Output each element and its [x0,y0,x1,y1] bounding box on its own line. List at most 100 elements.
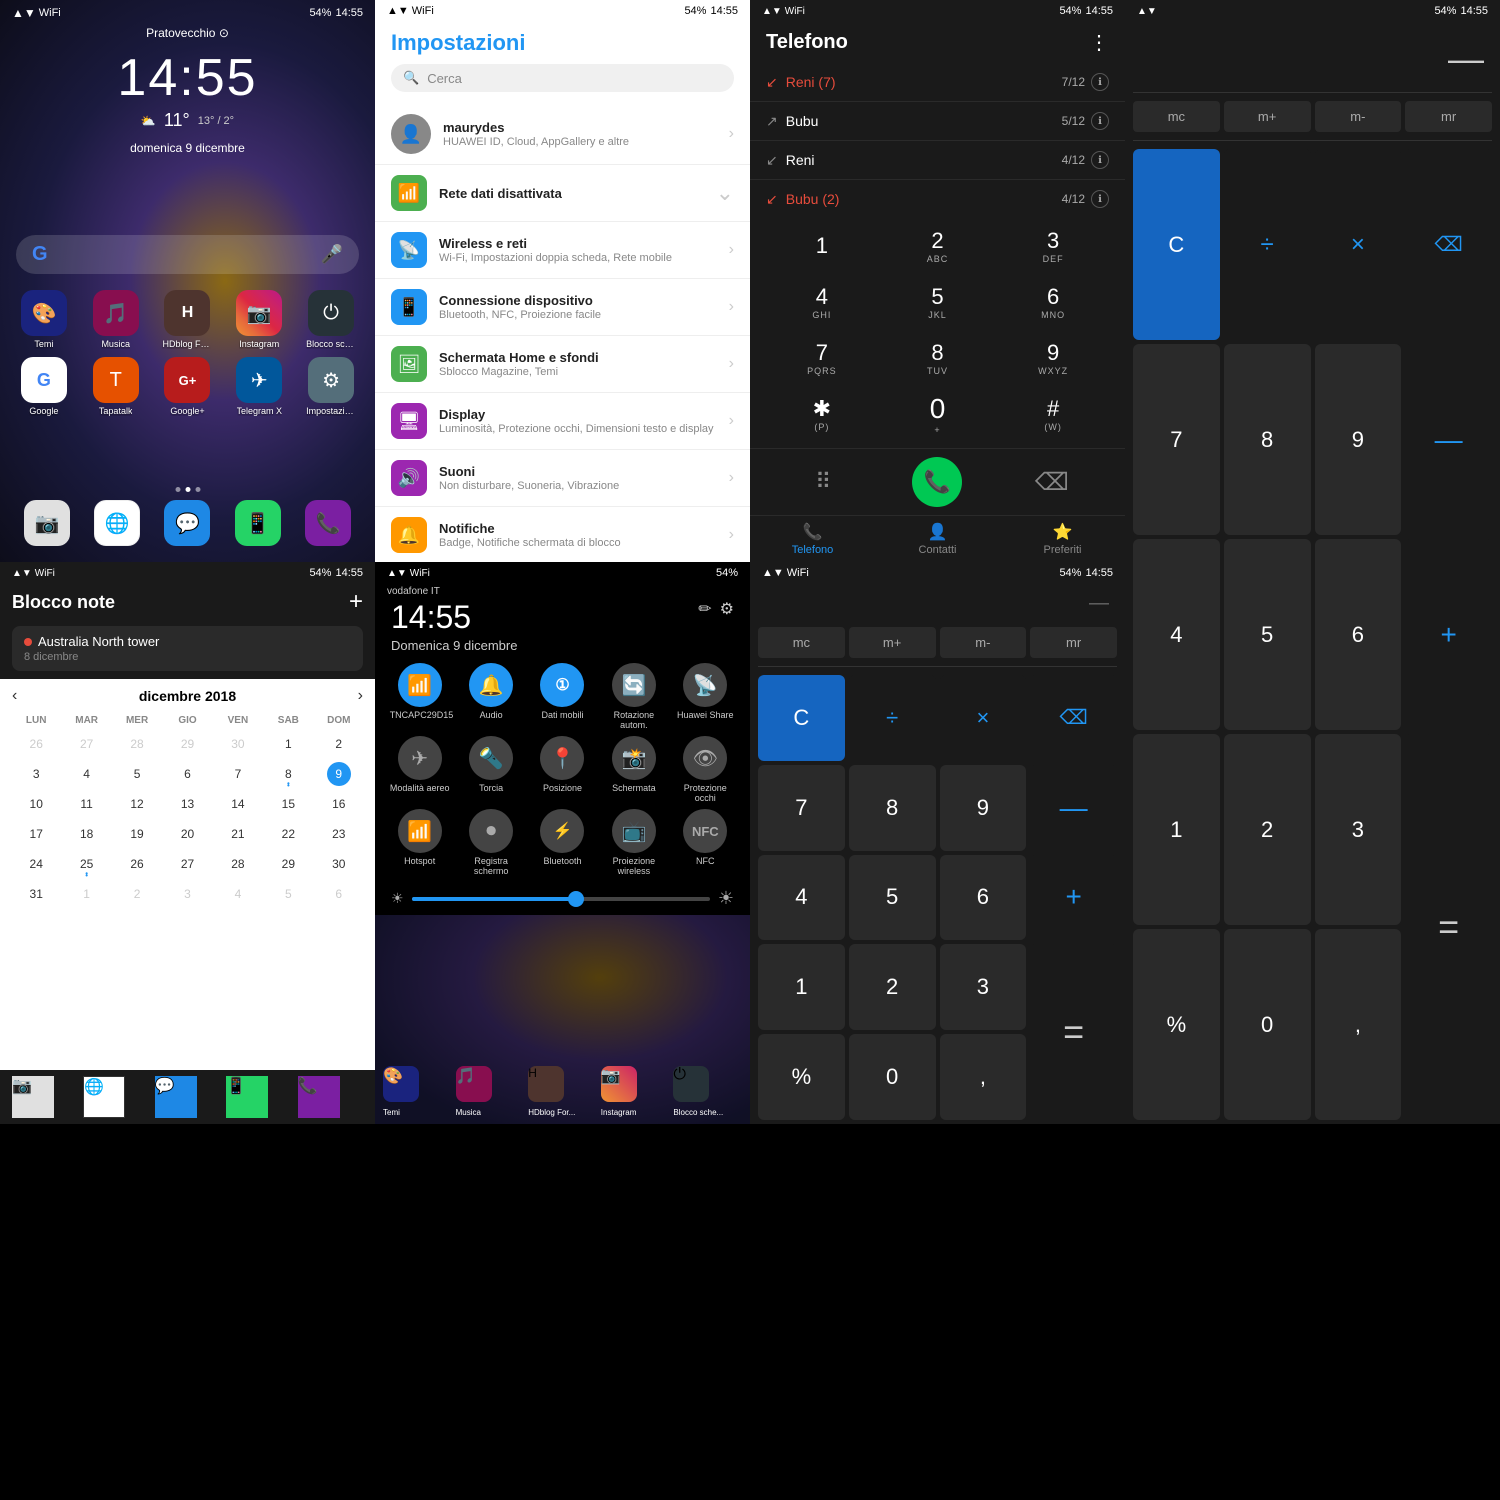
cal-day-24[interactable]: 24 [12,850,60,878]
cal-day-23[interactable]: 23 [315,820,363,848]
calc-btn-2[interactable]: 2 [1224,734,1311,925]
cal-day-9-today[interactable]: 9 [315,760,363,788]
qs-tile-eye[interactable]: 👁 Protezione occhi [673,736,738,803]
dial-7[interactable]: 7PQRS [766,332,878,384]
qs-gear-icon[interactable]: ⚙ [720,599,734,619]
qs-tile-wireless-proj[interactable]: 📺 Proiezione wireless [601,809,666,876]
calc-mr[interactable]: mr [1405,101,1492,132]
recent-reni[interactable]: ↙ Reni 4/12 ℹ [750,141,1125,180]
cal-day-17[interactable]: 17 [12,820,60,848]
qs-tile-record[interactable]: ⏺ Registra schermo [458,809,523,876]
cal-day-30[interactable]: 30 [315,850,363,878]
app-hdblog[interactable]: H HDblog For... [156,290,220,349]
calc-btn-7[interactable]: 7 [1133,344,1220,535]
notes-dock-messages[interactable]: 💬 [155,1076,220,1118]
cal-day-13[interactable]: 13 [163,790,211,818]
cal-day-25[interactable]: 25• [62,850,110,878]
dial-6[interactable]: 6MNO [997,276,1109,328]
dial-9[interactable]: 9WXYZ [997,332,1109,384]
qs-tile-airplane[interactable]: ✈ Modalità aereo [387,736,452,803]
notes-dock-chrome[interactable]: 🌐 [83,1076,148,1118]
dock-chrome[interactable]: 🌐 [86,500,148,546]
notes-dock-whatsapp[interactable]: 📱 [226,1076,291,1118]
cal-day-5[interactable]: 5 [113,760,161,788]
phone2-2[interactable]: 2 [849,944,936,1030]
calc-btn-comma[interactable]: , [1315,929,1402,1120]
phone2-comma[interactable]: , [940,1034,1027,1120]
phone2-del[interactable]: ⌫ [1030,675,1117,761]
dial-4[interactable]: 4GHI [766,276,878,328]
dialpad-toggle-btn[interactable]: ⠿ [766,457,880,507]
qs-app-instagram[interactable]: 📷 Instagram [601,1066,670,1120]
qs-app-hdblog[interactable]: H HDblog For... [528,1066,597,1120]
dial-8[interactable]: 8TUV [882,332,994,384]
backspace-btn[interactable]: ⌫ [995,457,1109,507]
calc-btn-8[interactable]: 8 [1224,344,1311,535]
calc-btn-9[interactable]: 9 [1315,344,1402,535]
app-temi[interactable]: 🎨 Temi [12,290,76,349]
phone2-plus[interactable]: + [1030,855,1117,941]
phone2-9[interactable]: 9 [940,765,1027,851]
phone2-4[interactable]: 4 [758,855,845,941]
cal-day-28-prev[interactable]: 28 [113,730,161,758]
qs-tile-wifi[interactable]: 📶 TNCAPC29D15 [387,663,452,730]
qs-tile-location[interactable]: 📍 Posizione [530,736,595,803]
info-icon-2[interactable]: ℹ [1091,112,1109,130]
brightness-thumb[interactable] [568,891,584,907]
calc-btn-del[interactable]: ⌫ [1405,149,1492,340]
app-impostazioni[interactable]: ⚙ Impostazioni [299,357,363,416]
cal-day-29-prev[interactable]: 29 [163,730,211,758]
tab-preferiti[interactable]: ⭐ Preferiti [1000,522,1125,556]
cal-day-3-next[interactable]: 3 [163,880,211,908]
cal-day-28[interactable]: 28 [214,850,262,878]
qs-tile-audio[interactable]: 🔔 Audio [458,663,523,730]
dial-1[interactable]: 1 [766,220,878,272]
phone2-8[interactable]: 8 [849,765,936,851]
app-tapatalk[interactable]: T Tapatalk [84,357,148,416]
recent-bubu-2[interactable]: ↙ Bubu (2) 4/12 ℹ [750,180,1125,212]
cal-day-31[interactable]: 31 [12,880,60,908]
calc-btn-plus[interactable]: + [1405,539,1492,730]
cal-day-10[interactable]: 10 [12,790,60,818]
qs-app-blocco[interactable]: ⏻ Blocco sche... [673,1066,742,1120]
settings-connection[interactable]: 📱 Connessione dispositivo Bluetooth, NFC… [375,279,750,336]
qs-tile-bluetooth[interactable]: ⚡ Bluetooth [530,809,595,876]
calc-btn-minus[interactable]: — [1405,344,1492,535]
phone2-c[interactable]: C [758,675,845,761]
settings-user-item[interactable]: 👤 maurydes HUAWEI ID, Cloud, AppGallery … [375,104,750,165]
cal-day-4-next[interactable]: 4 [214,880,262,908]
app-googleplus[interactable]: G+ Google+ [156,357,220,416]
cal-day-11[interactable]: 11 [62,790,110,818]
calc-btn-pct[interactable]: % [1133,929,1220,1120]
info-icon-1[interactable]: ℹ [1091,73,1109,91]
cal-day-20[interactable]: 20 [163,820,211,848]
notes-add-btn[interactable]: + [349,588,363,616]
qs-tile-nfc[interactable]: NFC NFC [673,809,738,876]
notes-dock-phone[interactable]: 📞 [298,1076,363,1118]
phone2-mplus[interactable]: m+ [849,627,936,658]
recent-reni-7[interactable]: ↙ Reni (7) 7/12 ℹ [750,63,1125,102]
cal-day-18[interactable]: 18 [62,820,110,848]
tab-telefono[interactable]: 📞 Telefono [750,522,875,556]
qs-tile-screenshot[interactable]: 📸 Schermata [601,736,666,803]
calc-btn-5[interactable]: 5 [1224,539,1311,730]
cal-day-8[interactable]: 8• [264,760,312,788]
dock-whatsapp[interactable]: 📱 [227,500,289,546]
qs-tile-data[interactable]: ① Dati mobili [530,663,595,730]
cal-day-27[interactable]: 27 [163,850,211,878]
phone2-7[interactable]: 7 [758,765,845,851]
dial-5[interactable]: 5JKL [882,276,994,328]
cal-day-30-prev[interactable]: 30 [214,730,262,758]
phone2-0[interactable]: 0 [849,1034,936,1120]
calc-btn-0[interactable]: 0 [1224,929,1311,1120]
cal-day-3[interactable]: 3 [12,760,60,788]
cal-day-2-dec[interactable]: 2 [315,730,363,758]
search-bar[interactable]: G 🎤 [16,235,359,274]
settings-wireless[interactable]: 📡 Wireless e reti Wi-Fi, Impostazioni do… [375,222,750,279]
cal-day-21[interactable]: 21 [214,820,262,848]
cal-day-15[interactable]: 15 [264,790,312,818]
app-musica[interactable]: 🎵 Musica [84,290,148,349]
calc-mc[interactable]: mc [1133,101,1220,132]
calc-btn-1[interactable]: 1 [1133,734,1220,925]
dial-2[interactable]: 2ABC [882,220,994,272]
